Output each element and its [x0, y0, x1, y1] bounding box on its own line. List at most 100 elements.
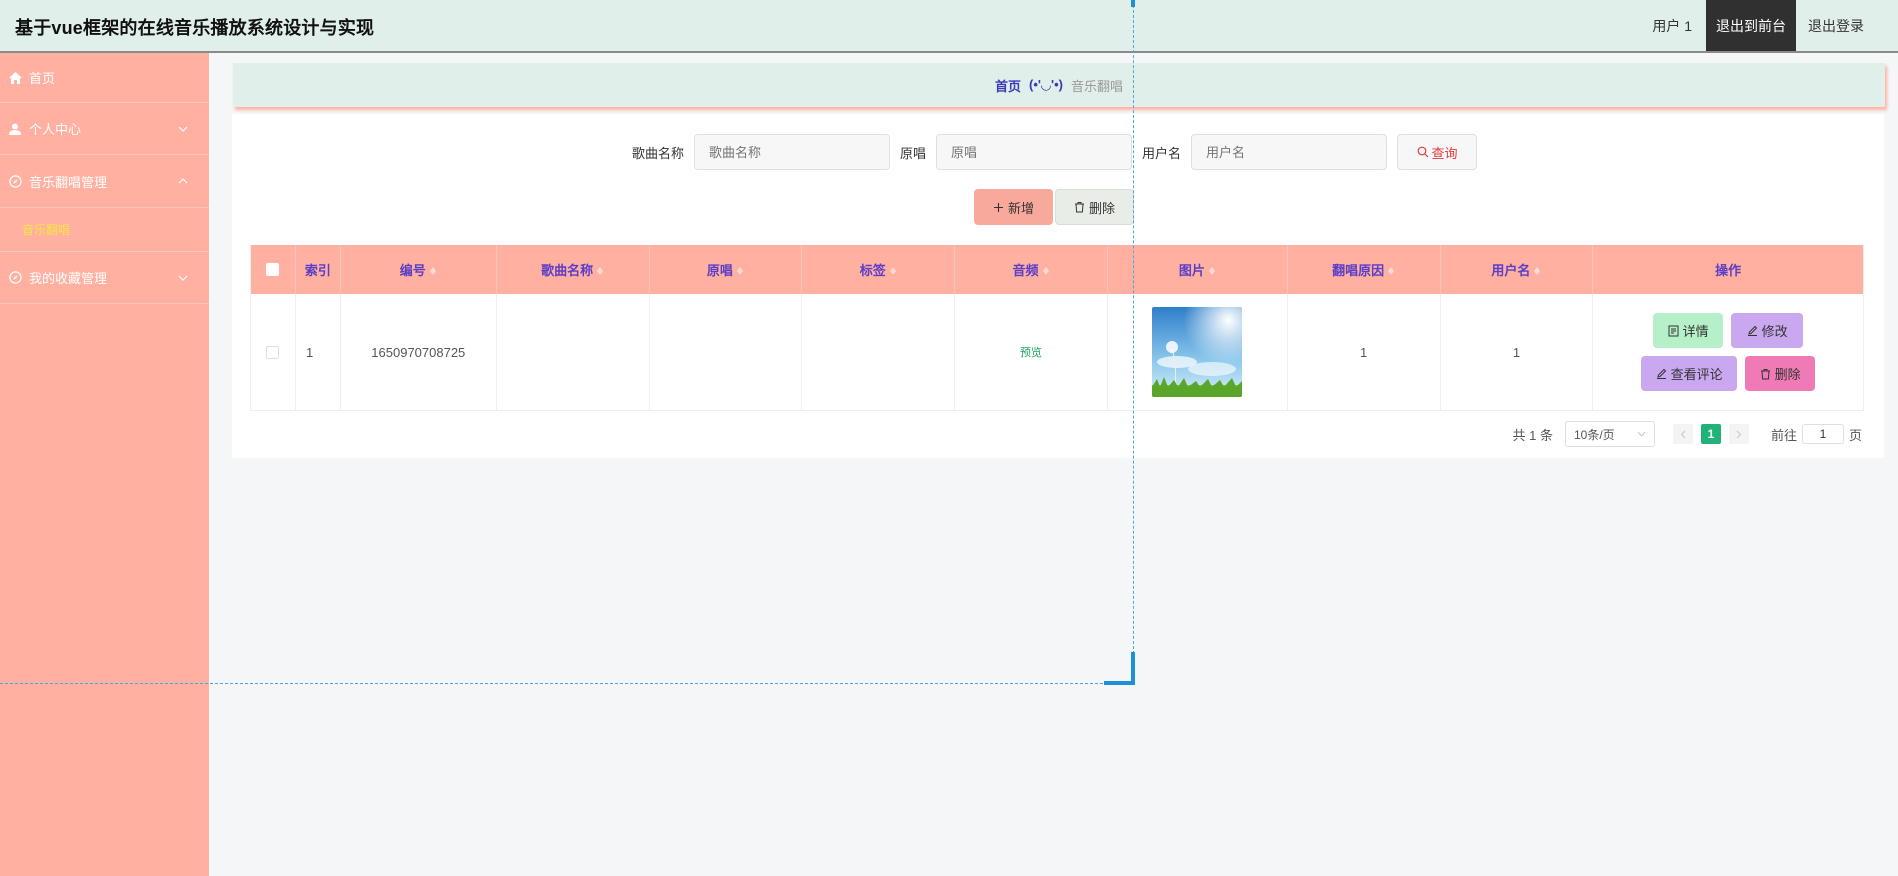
sort-icon[interactable]	[736, 264, 744, 276]
add-button[interactable]: 新增	[974, 189, 1053, 225]
sort-icon[interactable]	[1533, 264, 1541, 276]
selection-corner-handle-vertical[interactable]	[1131, 652, 1135, 684]
chevron-right-icon	[1736, 430, 1742, 438]
sidebar-subitem-label: 音乐翻唱	[22, 223, 71, 237]
chevron-down-icon	[178, 126, 188, 132]
username-input[interactable]	[1191, 134, 1388, 170]
logout-button[interactable]: 退出登录	[1796, 16, 1898, 36]
song-name-input[interactable]	[694, 134, 891, 170]
edit-button[interactable]: 修改	[1731, 313, 1804, 348]
col-original[interactable]: 原唱	[650, 245, 803, 294]
top-bar: 基于vue框架的在线音乐播放系统设计与实现 用户 1 退出到前台 退出登录	[0, 0, 1898, 53]
page-size-select[interactable]: 10条/页	[1564, 421, 1655, 447]
cell-username: 1	[1441, 294, 1594, 410]
pagination-total: 共 1 条	[1512, 427, 1553, 443]
sidebar-item-favorites-management[interactable]: 我的收藏管理	[0, 252, 209, 304]
col-song-name[interactable]: 歌曲名称	[497, 245, 650, 294]
select-all-checkbox[interactable]	[266, 263, 280, 276]
original-singer-label: 原唱	[900, 145, 927, 161]
current-user: 用户 1	[1652, 17, 1692, 34]
col-audio[interactable]: 音频	[955, 245, 1108, 294]
action-bar: 新增 删除	[974, 189, 1134, 225]
sidebar: 首页 个人中心 音乐翻唱管理 音乐翻唱 我的收藏管理	[0, 53, 209, 876]
cell-original	[650, 294, 803, 410]
document-icon	[1668, 325, 1679, 336]
selection-guide-vertical	[1133, 0, 1134, 684]
col-username[interactable]: 用户名	[1441, 245, 1594, 294]
delete-button[interactable]: 删除	[1745, 356, 1816, 391]
trash-icon	[1074, 202, 1084, 213]
trash-icon	[1760, 368, 1770, 379]
content-card: 歌曲名称 原唱 用户名 查询 新增 删除 索引 编号 歌曲名称 原唱 标签 音频	[232, 114, 1884, 458]
detail-label: 详情	[1682, 324, 1709, 339]
sort-icon[interactable]	[1042, 264, 1050, 276]
original-singer-input[interactable]	[936, 134, 1133, 170]
row-checkbox[interactable]	[266, 345, 280, 359]
col-label: 标签	[859, 263, 886, 278]
plus-icon	[993, 202, 1003, 212]
page-size-value: 10条/页	[1573, 427, 1615, 442]
goto-suffix: 页	[1848, 427, 1862, 443]
delete-label: 删除	[1088, 200, 1115, 216]
col-id[interactable]: 编号	[341, 245, 497, 294]
cell-image	[1108, 294, 1288, 410]
col-label: 索引	[304, 263, 331, 278]
sidebar-item-label: 首页	[29, 71, 56, 86]
detail-button[interactable]: 详情	[1653, 313, 1724, 348]
cover-table: 索引 编号 歌曲名称 原唱 标签 音频 图片 翻唱原因 用户名 操作 1 165…	[250, 245, 1864, 411]
sidebar-item-cover-management[interactable]: 音乐翻唱管理	[0, 155, 209, 208]
next-page-button[interactable]	[1728, 424, 1749, 444]
sort-icon[interactable]	[1208, 264, 1216, 276]
breadcrumb-home[interactable]: 首页	[995, 76, 1021, 95]
breadcrumb-current: 音乐翻唱	[1070, 78, 1123, 94]
sidebar-item-home[interactable]: 首页	[0, 53, 209, 103]
search-form: 歌曲名称 原唱 用户名 查询	[632, 134, 1478, 170]
row-actions-bottom: 查看评论 删除	[1641, 356, 1816, 391]
audio-preview-link[interactable]: 预览	[1020, 344, 1042, 360]
sidebar-item-personal-center[interactable]: 个人中心	[0, 103, 209, 155]
col-index: 索引	[296, 245, 341, 294]
col-label: 歌曲名称	[541, 263, 594, 278]
col-reason[interactable]: 翻唱原因	[1288, 245, 1441, 294]
view-comments-button[interactable]: 查看评论	[1641, 356, 1738, 391]
prev-page-button[interactable]	[1672, 424, 1693, 444]
cell-operations: 详情 修改 查看评论 删除	[1593, 294, 1863, 410]
username-label: 用户名	[1142, 145, 1182, 161]
sidebar-subitem-music-cover[interactable]: 音乐翻唱	[0, 208, 209, 252]
cell-tag	[802, 294, 956, 410]
query-button[interactable]: 查询	[1397, 134, 1478, 170]
batch-delete-button[interactable]: 删除	[1055, 189, 1134, 225]
delete-label: 删除	[1774, 367, 1801, 382]
pagination: 共 1 条 10条/页 1 前往 1 页	[1512, 421, 1862, 447]
goto-page-input[interactable]: 1	[1801, 424, 1844, 444]
cell-song-name	[497, 294, 650, 410]
row-actions-top: 详情 修改	[1653, 313, 1804, 348]
goto-prefix: 前往	[1770, 427, 1797, 443]
cell-reason: 1	[1288, 294, 1441, 410]
add-label: 新增	[1007, 200, 1034, 216]
selection-corner-handle-horizontal[interactable]	[1104, 681, 1135, 685]
selection-handle-top[interactable]	[1131, 0, 1135, 7]
col-label: 操作	[1715, 263, 1742, 278]
app-title: 基于vue框架的在线音乐播放系统设计与实现	[15, 18, 375, 38]
sort-icon[interactable]	[1387, 264, 1395, 276]
compass-icon	[8, 271, 22, 285]
sort-icon[interactable]	[889, 264, 897, 276]
sort-icon[interactable]	[596, 264, 604, 276]
edit-icon	[1656, 368, 1666, 379]
col-image[interactable]: 图片	[1108, 245, 1288, 294]
sidebar-item-label: 我的收藏管理	[29, 271, 108, 286]
compass-icon	[8, 174, 22, 188]
chevron-up-icon	[178, 178, 188, 184]
sidebar-item-label: 音乐翻唱管理	[29, 174, 108, 190]
cover-thumbnail[interactable]	[1152, 307, 1243, 397]
col-label: 音频	[1012, 263, 1039, 278]
selection-guide-horizontal	[0, 683, 1133, 684]
sort-icon[interactable]	[429, 264, 437, 276]
exit-to-front-button[interactable]: 退出到前台	[1706, 0, 1796, 51]
page-number-current[interactable]: 1	[1700, 424, 1721, 444]
edit-label: 修改	[1761, 324, 1788, 339]
breadcrumb-separator: (•'◡'•)	[1029, 77, 1063, 92]
col-tag[interactable]: 标签	[802, 245, 956, 294]
col-operations: 操作	[1593, 245, 1863, 294]
